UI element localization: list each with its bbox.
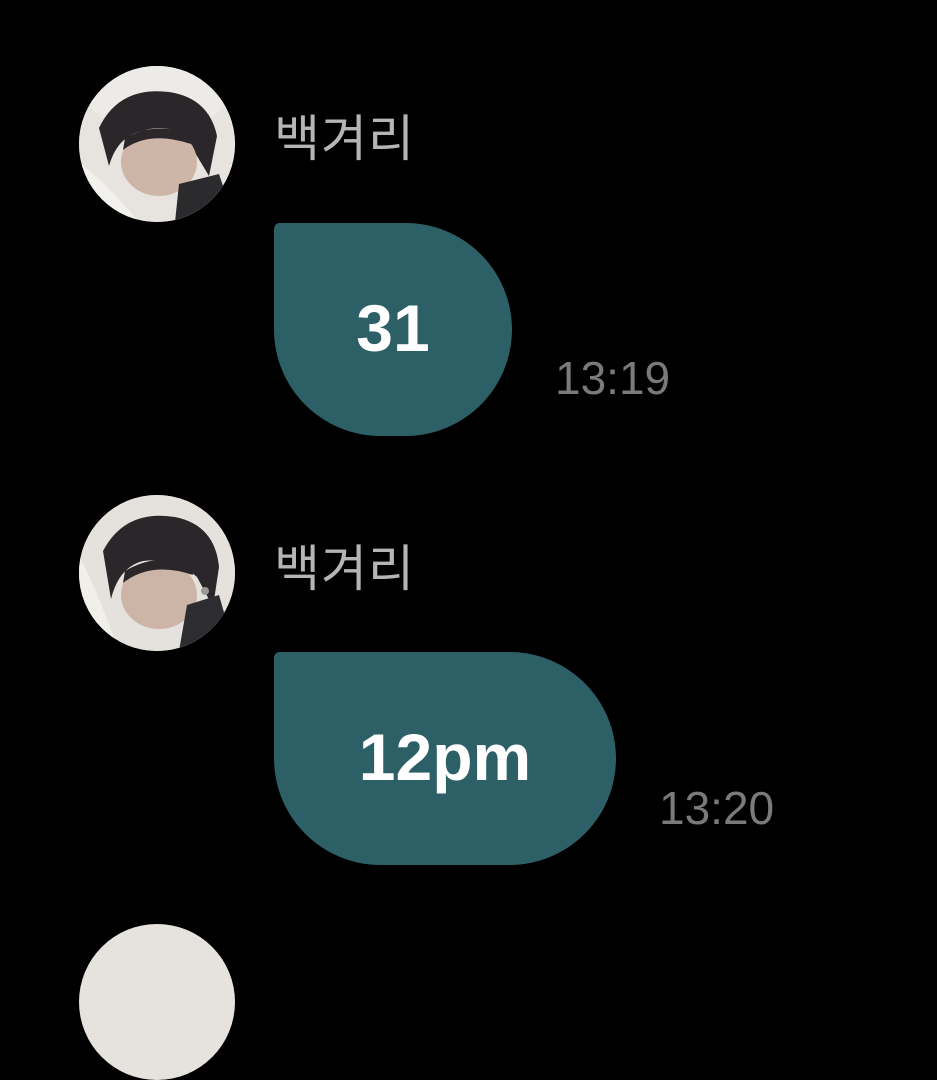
sender-name: 백겨리 (274, 110, 415, 168)
message-bubble[interactable]: 12pm (274, 652, 616, 865)
message-timestamp: 13:20 (659, 782, 775, 834)
sender-avatar[interactable] (79, 66, 235, 222)
avatar-photo-icon (79, 495, 235, 651)
message-timestamp: 13:19 (555, 352, 671, 404)
message-text: 31 (356, 290, 430, 365)
avatar-photo-icon (79, 66, 235, 222)
sender-name: 백겨리 (274, 540, 415, 598)
message-bubble[interactable]: 31 (274, 223, 512, 436)
message-text: 12pm (358, 719, 532, 794)
next-sender-avatar[interactable] (79, 924, 235, 1080)
sender-avatar[interactable] (79, 495, 235, 651)
